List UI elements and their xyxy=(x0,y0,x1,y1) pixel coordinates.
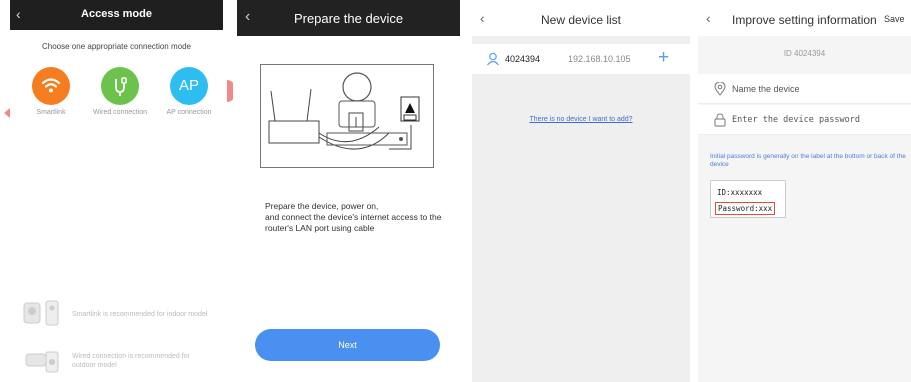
device-password-field[interactable]: Enter the device password xyxy=(698,105,911,135)
subtitle: Choose one appropriate connection mode xyxy=(42,42,191,51)
user-icon xyxy=(487,52,499,66)
device-id-label: ID 4024394 xyxy=(698,36,911,72)
recommendation-text: Wired connection is recommended for outd… xyxy=(72,353,190,369)
label-id-text: ID:xxxxxxx xyxy=(717,188,763,197)
right-marker-icon xyxy=(227,80,233,102)
left-arrow-marker-icon xyxy=(4,108,10,118)
location-pin-icon xyxy=(714,82,726,96)
device-name-field[interactable]: Name the device xyxy=(698,74,911,104)
password-hint: Initial password is generally on the lab… xyxy=(710,153,906,168)
indoor-camera-icon xyxy=(23,300,59,326)
header-bar: ‹ New device list xyxy=(472,0,690,36)
page-title: Access mode xyxy=(81,8,152,20)
outdoor-camera-icon xyxy=(25,351,59,373)
instructions-text: Prepare the device, power on, and connec… xyxy=(265,201,442,233)
connection-diagram xyxy=(260,64,434,168)
mode-label: AP connection xyxy=(166,109,212,116)
save-button[interactable]: Save xyxy=(884,14,905,24)
mode-wired[interactable]: Wired connection xyxy=(90,67,150,116)
header-bar: ‹ Improve setting information Save xyxy=(698,0,911,36)
mode-label: Wired connection xyxy=(92,109,148,116)
recommendation-text: Smartlink is recommended for indoor mode… xyxy=(72,310,208,318)
recommendation-outdoor: Wired connection is recommended for outd… xyxy=(22,346,212,376)
prepare-device-screen: ‹ Prepare the device Prepare the device,… xyxy=(237,0,460,382)
back-chevron-icon[interactable]: ‹ xyxy=(706,10,711,26)
header-bar: ‹ Prepare the device xyxy=(237,0,460,36)
screen-edge xyxy=(0,0,10,30)
cable-plug-icon[interactable] xyxy=(101,67,139,105)
next-button[interactable]: Next xyxy=(255,329,440,361)
lock-icon xyxy=(714,113,726,127)
device-ip: 192.168.10.105 xyxy=(568,54,631,64)
page-title: Improve setting information xyxy=(732,13,877,27)
label-password-text: Password:xxx xyxy=(715,202,776,215)
add-device-plus-icon[interactable]: + xyxy=(658,47,669,69)
device-name-placeholder: Name the device xyxy=(732,84,800,94)
mode-smartlink[interactable]: Smartlink xyxy=(21,67,81,116)
improve-settings-screen: ‹ Improve setting information Save ID 40… xyxy=(698,0,911,382)
access-mode-screen: ‹ Access mode Choose one appropriate con… xyxy=(0,0,233,382)
wifi-icon[interactable] xyxy=(32,67,70,105)
header-bar: ‹ Access mode xyxy=(10,0,223,30)
device-password-placeholder: Enter the device password xyxy=(732,115,860,125)
ap-icon-text: AP xyxy=(178,77,199,94)
device-row[interactable]: 4024394 192.168.10.105 + xyxy=(472,44,690,74)
mode-ap[interactable]: AP AP connection xyxy=(159,67,219,116)
page-title: New device list xyxy=(540,13,622,27)
device-id: 4024394 xyxy=(505,54,541,64)
new-device-list-screen: ‹ New device list 4024394 192.168.10.105… xyxy=(472,0,690,382)
router-camera-illustration xyxy=(268,72,420,150)
no-device-link[interactable]: There is no device I want to add? xyxy=(472,116,690,123)
ap-text-icon[interactable]: AP xyxy=(170,67,208,105)
recommendation-indoor: Smartlink is recommended for indoor mode… xyxy=(22,299,212,329)
mode-label: Smartlink xyxy=(36,109,66,116)
device-label-example: ID:xxxxxxx Password:xxx xyxy=(710,180,786,218)
page-title: Prepare the device xyxy=(293,11,404,26)
